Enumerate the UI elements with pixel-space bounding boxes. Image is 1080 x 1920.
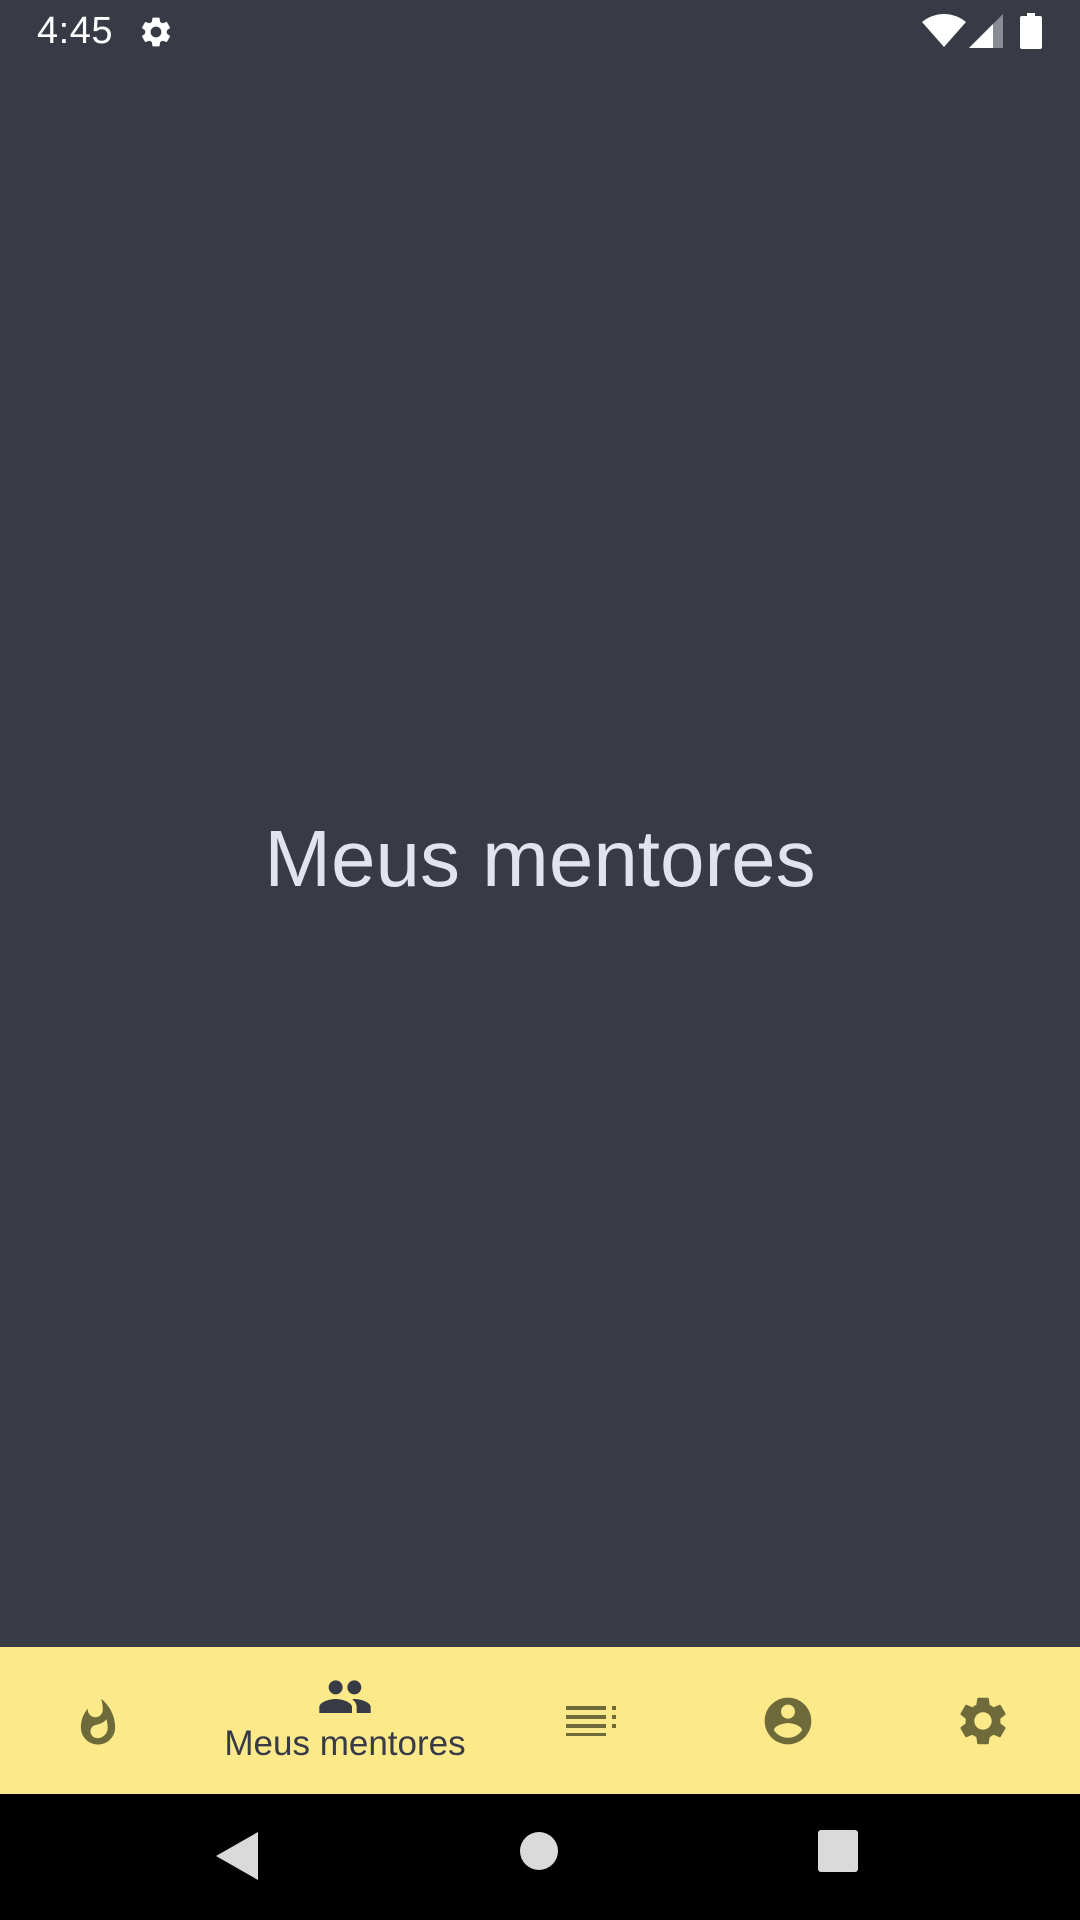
nav-item-meus-mentores[interactable]: Meus mentores — [196, 1647, 494, 1794]
nav-item-list[interactable] — [494, 1647, 690, 1794]
nav-item-settings[interactable] — [886, 1647, 1080, 1794]
list-icon — [566, 1705, 618, 1736]
flame-icon — [72, 1691, 124, 1751]
battery-icon — [1020, 13, 1042, 49]
recents-icon[interactable] — [818, 1830, 858, 1877]
gear-icon — [954, 1692, 1012, 1750]
screen: 4:45 Meus mentores Meus mentores — [0, 0, 1080, 1920]
nav-item-label: Meus mentores — [224, 1723, 466, 1763]
nav-item-trending[interactable] — [0, 1647, 196, 1794]
account-circle-icon — [760, 1693, 816, 1749]
people-icon — [317, 1678, 373, 1720]
bottom-navigation: Meus mentores — [0, 1647, 1080, 1794]
wifi-icon — [922, 14, 966, 48]
status-time: 4:45 — [37, 10, 113, 52]
home-icon[interactable] — [519, 1831, 559, 1876]
gear-icon — [138, 14, 174, 50]
back-icon[interactable] — [216, 1832, 258, 1885]
main-content: Meus mentores — [0, 63, 1080, 1647]
signal-icon — [969, 14, 1003, 48]
system-navigation-bar — [0, 1794, 1080, 1920]
nav-item-profile[interactable] — [690, 1647, 886, 1794]
status-bar: 4:45 — [0, 0, 1080, 63]
page-title: Meus mentores — [264, 814, 816, 903]
